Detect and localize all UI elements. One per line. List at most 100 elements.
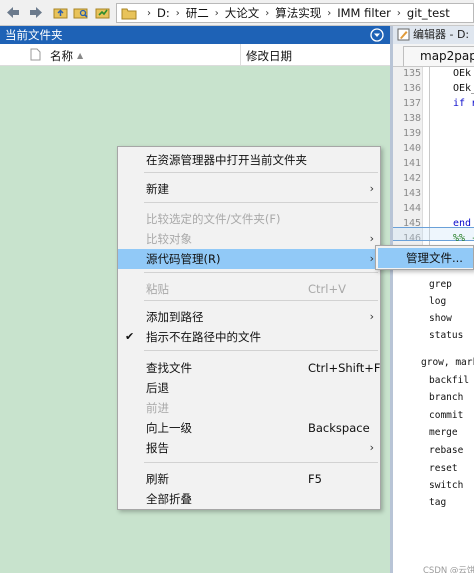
panel-title: 当前文件夹 <box>5 28 63 42</box>
menu-item-up-one-level[interactable]: 向上一级 Backspace <box>118 418 380 438</box>
menu-item-label: 粘贴 <box>146 282 169 296</box>
file-icon <box>30 48 41 61</box>
menu-separator <box>144 350 378 351</box>
menu-separator <box>144 462 378 463</box>
breadcrumb-item[interactable]: › IMM filter <box>321 6 391 20</box>
forward-arrow-icon[interactable] <box>28 4 45 21</box>
chevron-right-icon[interactable]: › <box>265 8 269 19</box>
editor-panel: 编辑器 - D: map2pap 135 136 137 138 139 140 141 14… <box>390 26 474 573</box>
column-header: 名称 ▲ 修改日期 <box>0 44 390 66</box>
line-number: 144 <box>402 203 421 214</box>
help-text-panel: bisectdiffgreplogshowstatusgrow, markbac… <box>421 245 474 573</box>
panel-actions-icon[interactable] <box>370 28 384 42</box>
chevron-right-icon[interactable]: › <box>147 8 151 19</box>
code-line[interactable]: %% - <box>453 233 474 244</box>
check-icon: ✔ <box>125 330 135 343</box>
help-word: status <box>429 330 464 341</box>
help-word: show <box>429 313 452 324</box>
menu-item-label: 报告 <box>146 441 169 455</box>
line-number: 139 <box>402 128 421 139</box>
submenu-arrow-icon: › <box>369 252 374 265</box>
address-bar[interactable]: › D: › 研二 › 大论文 › 算法实现 › IMM filter › git_test <box>116 3 474 23</box>
help-word: switch <box>429 480 464 491</box>
menu-item-find-files[interactable]: 查找文件 Ctrl+Shift+F <box>118 358 381 378</box>
code-line[interactable]: if r <box>453 98 474 109</box>
menu-item-source-control[interactable]: 源代码管理(R) › <box>118 249 380 269</box>
menu-item-collapse-all[interactable]: 全部折叠 <box>118 489 380 509</box>
browse-folder-icon[interactable] <box>72 4 89 21</box>
toolbar: › D: › 研二 › 大论文 › 算法实现 › IMM filter › git_test <box>0 0 474 26</box>
help-word: rebase <box>429 445 464 456</box>
line-number: 138 <box>402 113 421 124</box>
line-number: 142 <box>402 173 421 184</box>
menu-item-label: 比较对象 <box>146 232 192 246</box>
menu-item-back[interactable]: 后退 <box>118 378 380 398</box>
line-number: 140 <box>402 143 421 154</box>
menu-item-indicate-not-on-path[interactable]: ✔ 指示不在路径中的文件 <box>118 327 380 347</box>
column-divider[interactable] <box>240 44 241 66</box>
menu-item-label: 前进 <box>146 401 169 415</box>
menu-item-label: 全部折叠 <box>146 492 192 506</box>
source-control-submenu: 管理文件... <box>375 245 474 270</box>
fold-bar <box>429 67 430 247</box>
submenu-arrow-icon: › <box>369 232 374 245</box>
column-modified-date[interactable]: 修改日期 <box>246 48 292 64</box>
menu-item-label: 比较选定的文件/文件夹(F) <box>146 212 281 226</box>
folder-icon <box>121 8 137 19</box>
menu-item-label: 查找文件 <box>146 361 192 375</box>
column-name[interactable]: 名称 <box>50 48 73 64</box>
breadcrumb-item[interactable]: › 研二 <box>170 5 209 21</box>
submenu-arrow-icon: › <box>369 310 374 323</box>
chevron-right-icon[interactable]: › <box>215 8 219 19</box>
menu-item-label: 源代码管理(R) <box>146 252 221 266</box>
help-word: grep <box>429 279 452 290</box>
menu-item-label: 指示不在路径中的文件 <box>146 330 261 344</box>
watermark: CSDN @云饼 <box>423 566 474 573</box>
help-word: branch <box>429 392 464 403</box>
tab-map2pap[interactable]: map2pap <box>403 46 474 66</box>
help-word: merge <box>429 427 458 438</box>
breadcrumb-item[interactable]: › D: <box>141 6 170 20</box>
menu-item-forward: 前进 <box>118 398 380 418</box>
menu-item-open-in-explorer[interactable]: 在资源管理器中打开当前文件夹 <box>118 150 380 170</box>
editor-title: 编辑器 - D: <box>413 28 470 41</box>
breadcrumb-item[interactable]: › 大论文 <box>209 5 260 21</box>
code-line[interactable]: OEk_ <box>453 83 474 94</box>
menu-item-new[interactable]: 新建 › <box>118 179 380 199</box>
menu-item-label: 后退 <box>146 381 169 395</box>
menu-item-label: 向上一级 <box>146 421 192 435</box>
menu-item-compare-selected: 比较选定的文件/文件夹(F) <box>118 209 380 229</box>
line-number: 135 <box>402 68 421 79</box>
chevron-right-icon[interactable]: › <box>327 8 331 19</box>
submenu-arrow-icon: › <box>369 182 374 195</box>
line-number: 136 <box>402 83 421 94</box>
menu-item-shortcut: F5 <box>308 472 322 486</box>
editor-icon <box>397 28 410 41</box>
code-line[interactable]: end <box>453 218 471 229</box>
breadcrumb-item[interactable]: › 算法实现 <box>259 5 321 21</box>
menu-item-shortcut: Ctrl+Shift+F <box>308 361 381 375</box>
breadcrumb-item[interactable]: › git_test <box>391 6 450 20</box>
chevron-right-icon[interactable]: › <box>397 8 401 19</box>
folder-sync-icon[interactable] <box>94 4 111 21</box>
context-menu: 在资源管理器中打开当前文件夹 新建 › 比较选定的文件/文件夹(F) 比较对象 › 源代码管… <box>117 146 381 510</box>
code-area[interactable]: 135136137138139140141142143144145146 bis… <box>393 66 474 573</box>
chevron-right-icon[interactable]: › <box>176 8 180 19</box>
code-line[interactable]: OEk <box>453 68 471 79</box>
menu-item-refresh[interactable]: 刷新 F5 <box>118 469 380 489</box>
panel-title-bar: 当前文件夹 <box>0 26 390 44</box>
menu-item-add-to-path[interactable]: 添加到路径 › <box>118 307 380 327</box>
up-folder-icon[interactable] <box>52 4 69 21</box>
line-number: 137 <box>402 98 421 109</box>
menu-item-compare-against: 比较对象 › <box>118 229 380 249</box>
menu-separator <box>144 272 378 273</box>
menu-item-reports[interactable]: 报告 › <box>118 438 380 458</box>
help-word: grow, mark <box>421 357 474 368</box>
help-word: reset <box>429 463 458 474</box>
help-word: commit <box>429 410 464 421</box>
back-arrow-icon[interactable] <box>4 4 21 21</box>
menu-item-manage-files[interactable]: 管理文件... <box>378 248 473 268</box>
help-word: tag <box>429 497 447 508</box>
line-number-gutter: 135 136 137 138 139 140 141 142 143 144 145 146 <box>393 67 423 247</box>
menu-item-label: 刷新 <box>146 472 169 486</box>
